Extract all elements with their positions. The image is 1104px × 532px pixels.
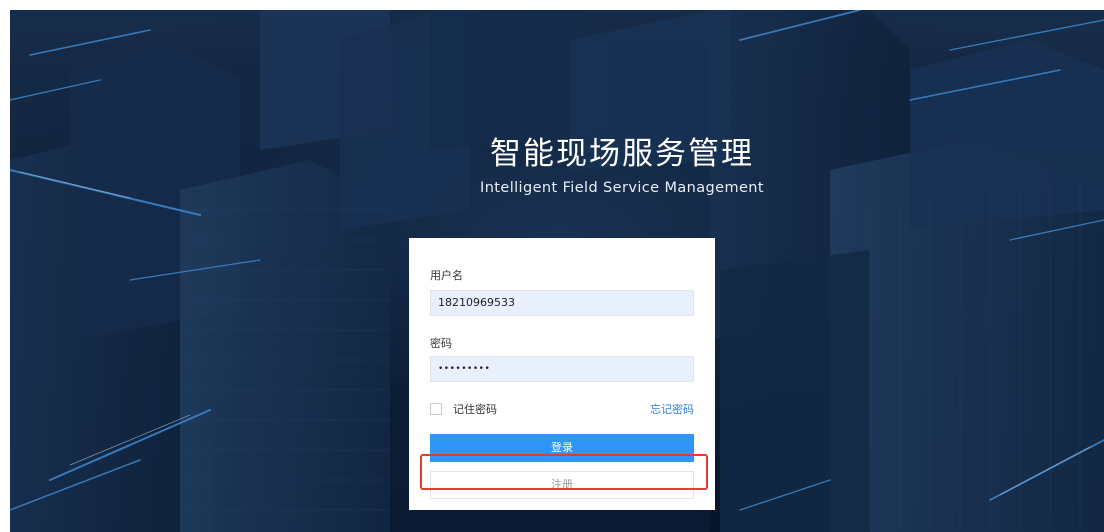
remember-label: 记住密码 — [453, 403, 497, 416]
username-label: 用户名 — [430, 269, 463, 282]
remember-password[interactable]: 记住密码 — [430, 401, 497, 417]
password-input[interactable]: ••••••••• — [430, 356, 694, 382]
app-subtitle: Intelligent Field Service Management — [480, 180, 764, 196]
forgot-password-link[interactable]: 忘记密码 — [650, 401, 694, 417]
username-input[interactable]: 18210969533 — [430, 290, 694, 316]
login-page: 智能现场服务管理 Intelligent Field Service Manag… — [10, 10, 1104, 532]
login-button[interactable]: 登录 — [430, 434, 694, 462]
register-button[interactable]: 注册 — [430, 471, 694, 499]
password-label: 密码 — [430, 337, 452, 350]
app-title: 智能现场服务管理 — [490, 136, 754, 172]
remember-checkbox[interactable] — [430, 403, 442, 415]
login-card: 用户名 18210969533 密码 ••••••••• 记住密码 忘记密码 登… — [409, 238, 715, 510]
